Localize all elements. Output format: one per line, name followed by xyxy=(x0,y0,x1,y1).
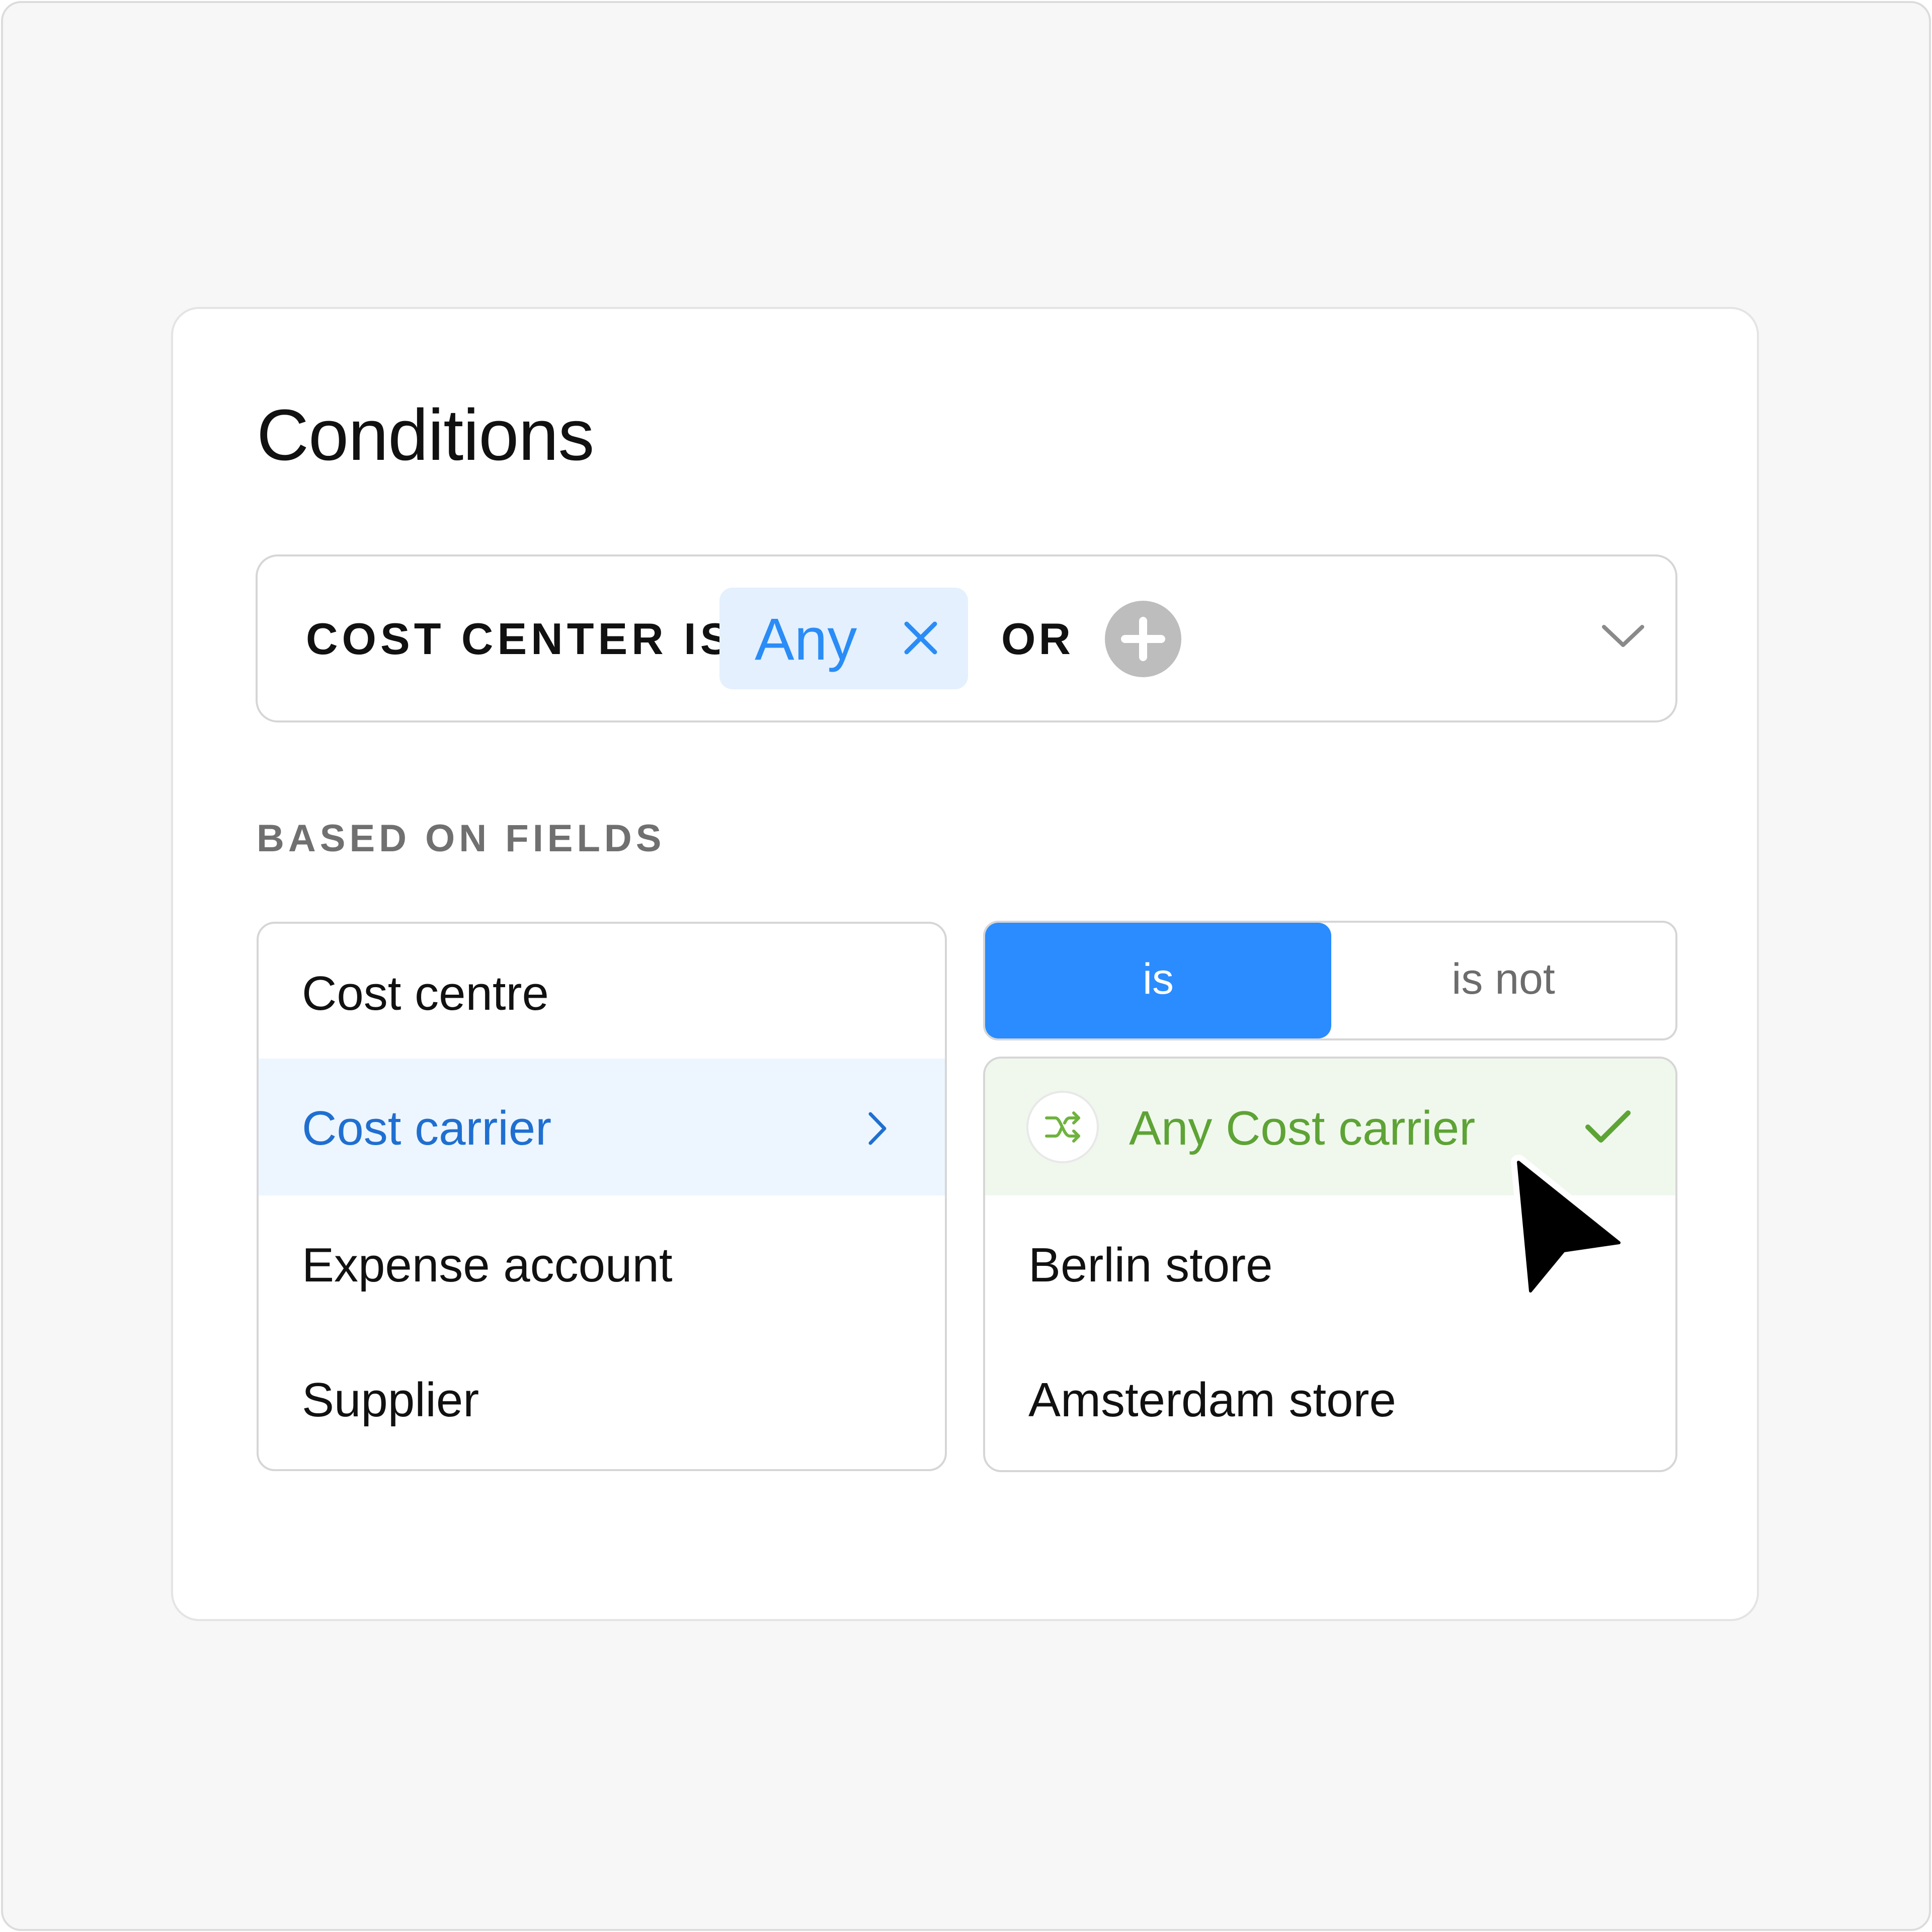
close-icon[interactable] xyxy=(901,618,941,658)
field-item-label: Expense account xyxy=(302,1238,673,1292)
checkmark-icon xyxy=(1583,1107,1633,1147)
operator-toggle: is is not xyxy=(983,921,1677,1040)
operator-is-label: is xyxy=(1142,955,1174,1003)
operator-is-not-button[interactable]: is not xyxy=(1331,923,1675,1038)
page-title: Conditions xyxy=(257,394,594,475)
field-item-label: Supplier xyxy=(302,1373,479,1427)
field-item-cost-carrier[interactable]: Cost carrier xyxy=(259,1059,945,1195)
field-item-label: Cost carrier xyxy=(302,1101,552,1155)
option-label: Any Cost carrier xyxy=(1129,1101,1476,1155)
add-condition-button[interactable] xyxy=(1105,601,1181,677)
plus-icon xyxy=(1121,617,1165,661)
field-item-cost-centre[interactable]: Cost centre xyxy=(259,924,945,1061)
option-label: Berlin store xyxy=(1028,1238,1273,1292)
chevron-down-icon[interactable] xyxy=(1600,621,1646,651)
section-label: BASED ON FIELDS xyxy=(257,817,666,860)
chevron-right-icon xyxy=(866,1111,889,1146)
shuffle-icon xyxy=(1026,1091,1099,1163)
operator-is-not-label: is not xyxy=(1452,955,1555,1003)
option-any-cost-carrier[interactable]: Any Cost carrier xyxy=(985,1059,1675,1195)
chip-label: Any xyxy=(755,606,857,673)
field-item-label: Cost centre xyxy=(302,967,549,1020)
any-chip[interactable]: Any xyxy=(719,588,968,689)
option-label: Amsterdam store xyxy=(1028,1373,1396,1427)
operator-is-button[interactable]: is xyxy=(985,923,1331,1038)
field-item-expense-account[interactable]: Expense account xyxy=(259,1195,945,1332)
or-label: OR xyxy=(1001,614,1074,664)
option-berlin-store[interactable]: Berlin store xyxy=(985,1195,1675,1332)
option-amsterdam-store[interactable]: Amsterdam store xyxy=(985,1330,1675,1467)
option-list: Any Cost carrier Berlin store Amsterdam … xyxy=(983,1057,1677,1472)
field-list: Cost centre Cost carrier Expense account… xyxy=(257,922,947,1471)
field-item-supplier[interactable]: Supplier xyxy=(259,1330,945,1467)
condition-label: COST CENTER IS xyxy=(306,614,734,664)
